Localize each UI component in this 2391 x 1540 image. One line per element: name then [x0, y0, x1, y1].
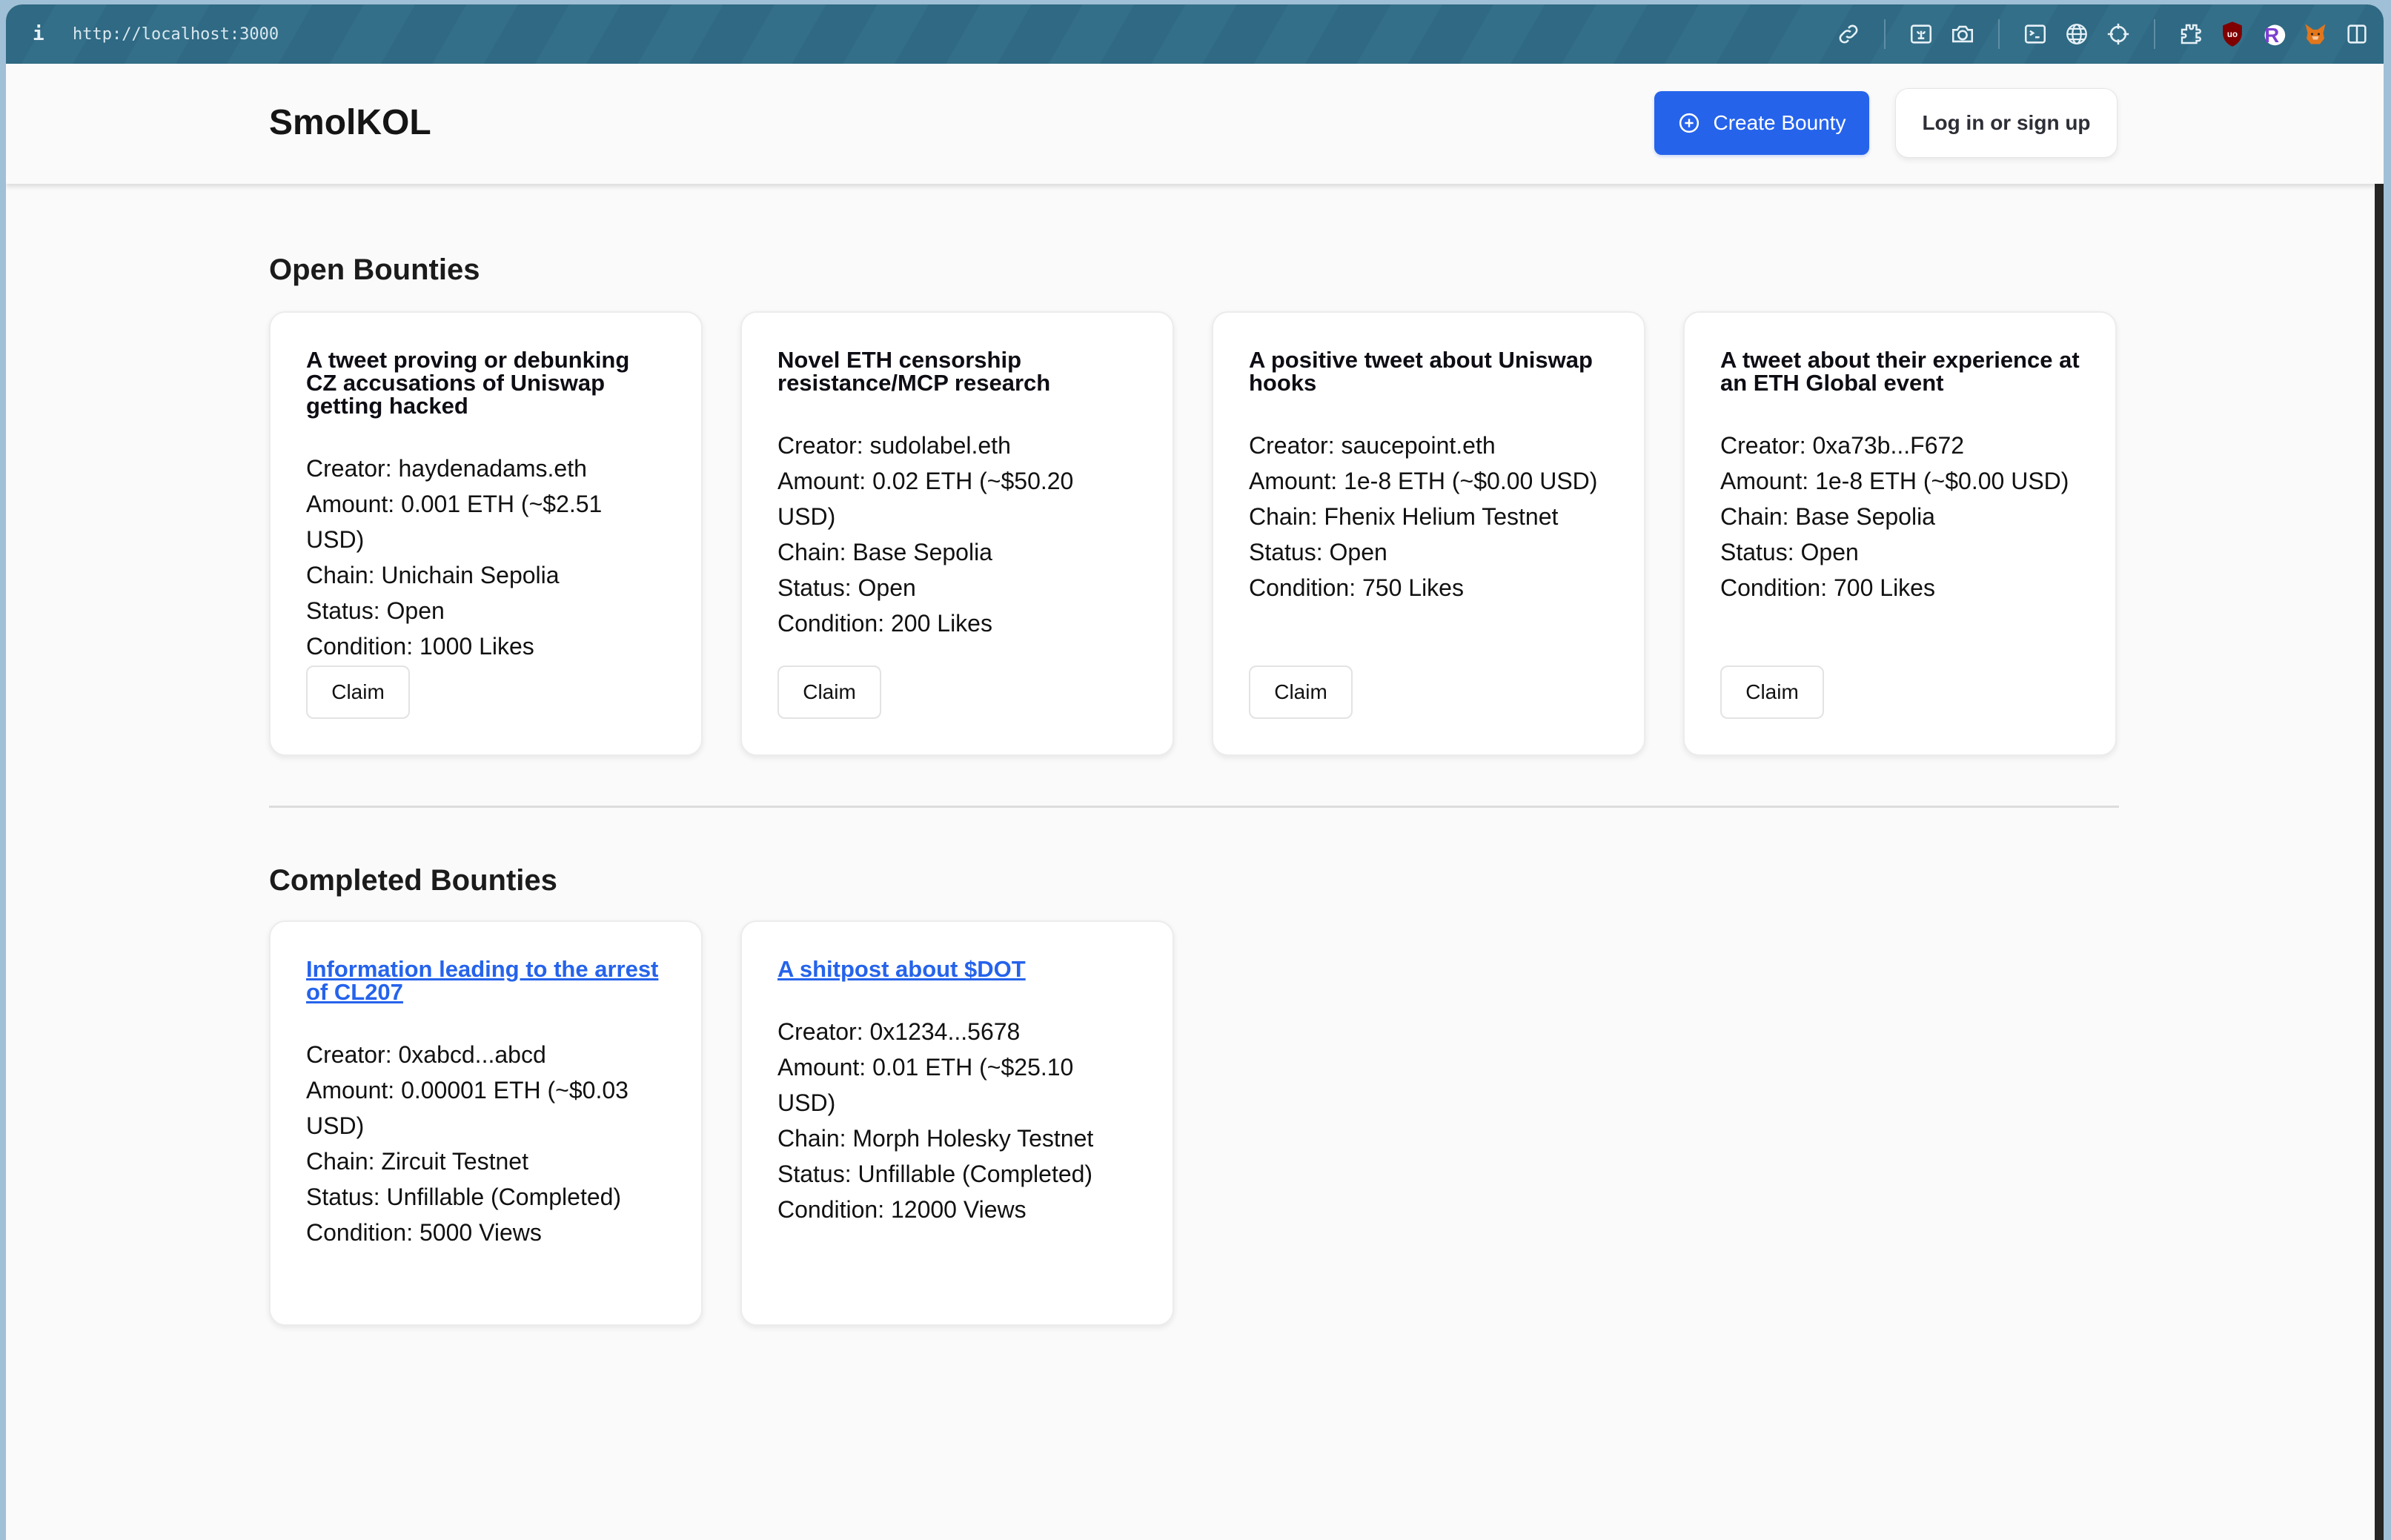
bounty-creator: Creator: saucepoint.eth [1249, 432, 1496, 459]
claim-button[interactable]: Claim [1720, 666, 1824, 719]
toolbar-separator [2154, 19, 2155, 49]
bounty-chain: Chain: Base Sepolia [777, 539, 992, 565]
brand-logo[interactable]: SmolKOL [269, 102, 431, 143]
claim-button[interactable]: Claim [777, 666, 881, 719]
bounty-status: Status: Open [1720, 539, 1859, 565]
bounty-status: Status: Open [777, 574, 916, 601]
bounty-title: A tweet about their experience at an ETH… [1720, 347, 2080, 396]
ublock-origin-icon[interactable]: uo [2212, 13, 2253, 55]
link-icon[interactable] [1828, 13, 1869, 55]
browser-toolbar: i http://localhost:3000 uo R [6, 4, 2384, 64]
toolbar-separator [1998, 19, 2000, 49]
image-capture-icon[interactable] [1900, 13, 1942, 55]
bounty-chain: Chain: Unichain Sepolia [306, 562, 560, 588]
open-bounties-grid: A tweet proving or debunking CZ accusati… [269, 311, 2117, 756]
bounty-creator: Creator: 0xa73b...F672 [1720, 432, 1965, 459]
bounty-title: A tweet proving or debunking CZ accusati… [306, 347, 630, 419]
bounty-chain: Chain: Morph Holesky Testnet [777, 1125, 1094, 1152]
bounty-condition: Condition: 700 Likes [1720, 574, 1935, 601]
plus-circle-icon [1679, 113, 1699, 133]
sidebar-toggle-icon[interactable] [2336, 13, 2378, 55]
completed-bounties-grid: Information leading to the arrest of CL2… [269, 920, 1174, 1326]
bounty-condition: Condition: 5000 Views [306, 1219, 542, 1246]
bounty-card: A positive tweet about Uniswap hooks Cre… [1212, 311, 1645, 756]
browser-window: i http://localhost:3000 uo R SmolKOL Cre… [6, 4, 2384, 1540]
open-bounties-heading: Open Bounties [269, 253, 480, 286]
bounty-status: Status: Unfillable (Completed) [306, 1184, 622, 1210]
bounty-creator: Creator: 0x1234...5678 [777, 1018, 1021, 1045]
bounty-title-link[interactable]: A shitpost about $DOT [777, 956, 1026, 982]
bounty-title: A shitpost about $DOT [777, 957, 1137, 980]
terminal-icon[interactable] [2014, 13, 2056, 55]
bounty-condition: Condition: 12000 Views [777, 1196, 1027, 1223]
crosshair-icon[interactable] [2097, 13, 2139, 55]
bounty-chain: Chain: Fhenix Helium Testnet [1249, 503, 1559, 530]
bounty-creator: Creator: haydenadams.eth [306, 455, 587, 482]
metamask-fox-icon[interactable] [2295, 13, 2336, 55]
extensions-puzzle-icon[interactable] [2170, 13, 2212, 55]
section-divider [269, 806, 2119, 808]
bounty-card: A tweet about their experience at an ETH… [1683, 311, 2117, 756]
site-info-icon[interactable]: i [33, 23, 50, 45]
bounty-card: Novel ETH censorship resistance/MCP rese… [740, 311, 1174, 756]
svg-text:R: R [2264, 24, 2279, 47]
bounty-creator: Creator: 0xabcd...abcd [306, 1041, 546, 1068]
bounty-creator: Creator: sudolabel.eth [777, 432, 1011, 459]
bounty-amount: Amount: 0.01 ETH (~$25.10 USD) [777, 1054, 1074, 1116]
create-bounty-label: Create Bounty [1713, 111, 1846, 134]
bounty-amount: Amount: 0.00001 ETH (~$0.03 USD) [306, 1077, 629, 1139]
bounty-title: Novel ETH censorship resistance/MCP rese… [777, 347, 1051, 396]
bounty-status: Status: Open [306, 597, 445, 624]
camera-icon[interactable] [1942, 13, 1983, 55]
bounty-condition: Condition: 750 Likes [1249, 574, 1464, 601]
bounty-amount: Amount: 1e-8 ETH (~$0.00 USD) [1249, 468, 1598, 494]
window-edge [2375, 67, 2384, 1540]
bounty-card: A tweet proving or debunking CZ accusati… [269, 311, 703, 756]
bounty-chain: Chain: Zircuit Testnet [306, 1148, 528, 1175]
claim-button[interactable]: Claim [306, 666, 410, 719]
completed-bounty-card: Information leading to the arrest of CL2… [269, 920, 703, 1326]
claim-button[interactable]: Claim [1249, 666, 1353, 719]
bounty-chain: Chain: Base Sepolia [1720, 503, 1935, 530]
bounty-condition: Condition: 1000 Likes [306, 633, 534, 660]
create-bounty-button[interactable]: Create Bounty [1654, 91, 1869, 155]
toolbar-separator [1884, 19, 1886, 49]
svg-text:uo: uo [2227, 30, 2238, 39]
bounty-status: Status: Unfillable (Completed) [777, 1161, 1093, 1187]
bounty-condition: Condition: 200 Likes [777, 610, 992, 637]
address-bar-url[interactable]: http://localhost:3000 [73, 25, 279, 44]
bounty-title-link[interactable]: Information leading to the arrest of CL2… [306, 956, 658, 1005]
app-header: SmolKOL Create Bounty Log in or sign up [6, 64, 2384, 184]
bounty-amount: Amount: 0.02 ETH (~$50.20 USD) [777, 468, 1074, 530]
toolbar-icons: uo R [1828, 4, 2378, 64]
bounty-amount: Amount: 0.001 ETH (~$2.51 USD) [306, 491, 603, 553]
globe-icon[interactable] [2056, 13, 2097, 55]
r-extension-icon[interactable]: R [2253, 13, 2295, 55]
bounty-status: Status: Open [1249, 539, 1387, 565]
bounty-title: A positive tweet about Uniswap hooks [1249, 347, 1593, 396]
login-signup-button[interactable]: Log in or sign up [1895, 88, 2118, 158]
bounty-amount: Amount: 1e-8 ETH (~$0.00 USD) [1720, 468, 2069, 494]
completed-bounties-heading: Completed Bounties [269, 864, 557, 897]
bounty-title: Information leading to the arrest of CL2… [306, 957, 666, 1003]
completed-bounty-card: A shitpost about $DOT Creator: 0x1234...… [740, 920, 1174, 1326]
